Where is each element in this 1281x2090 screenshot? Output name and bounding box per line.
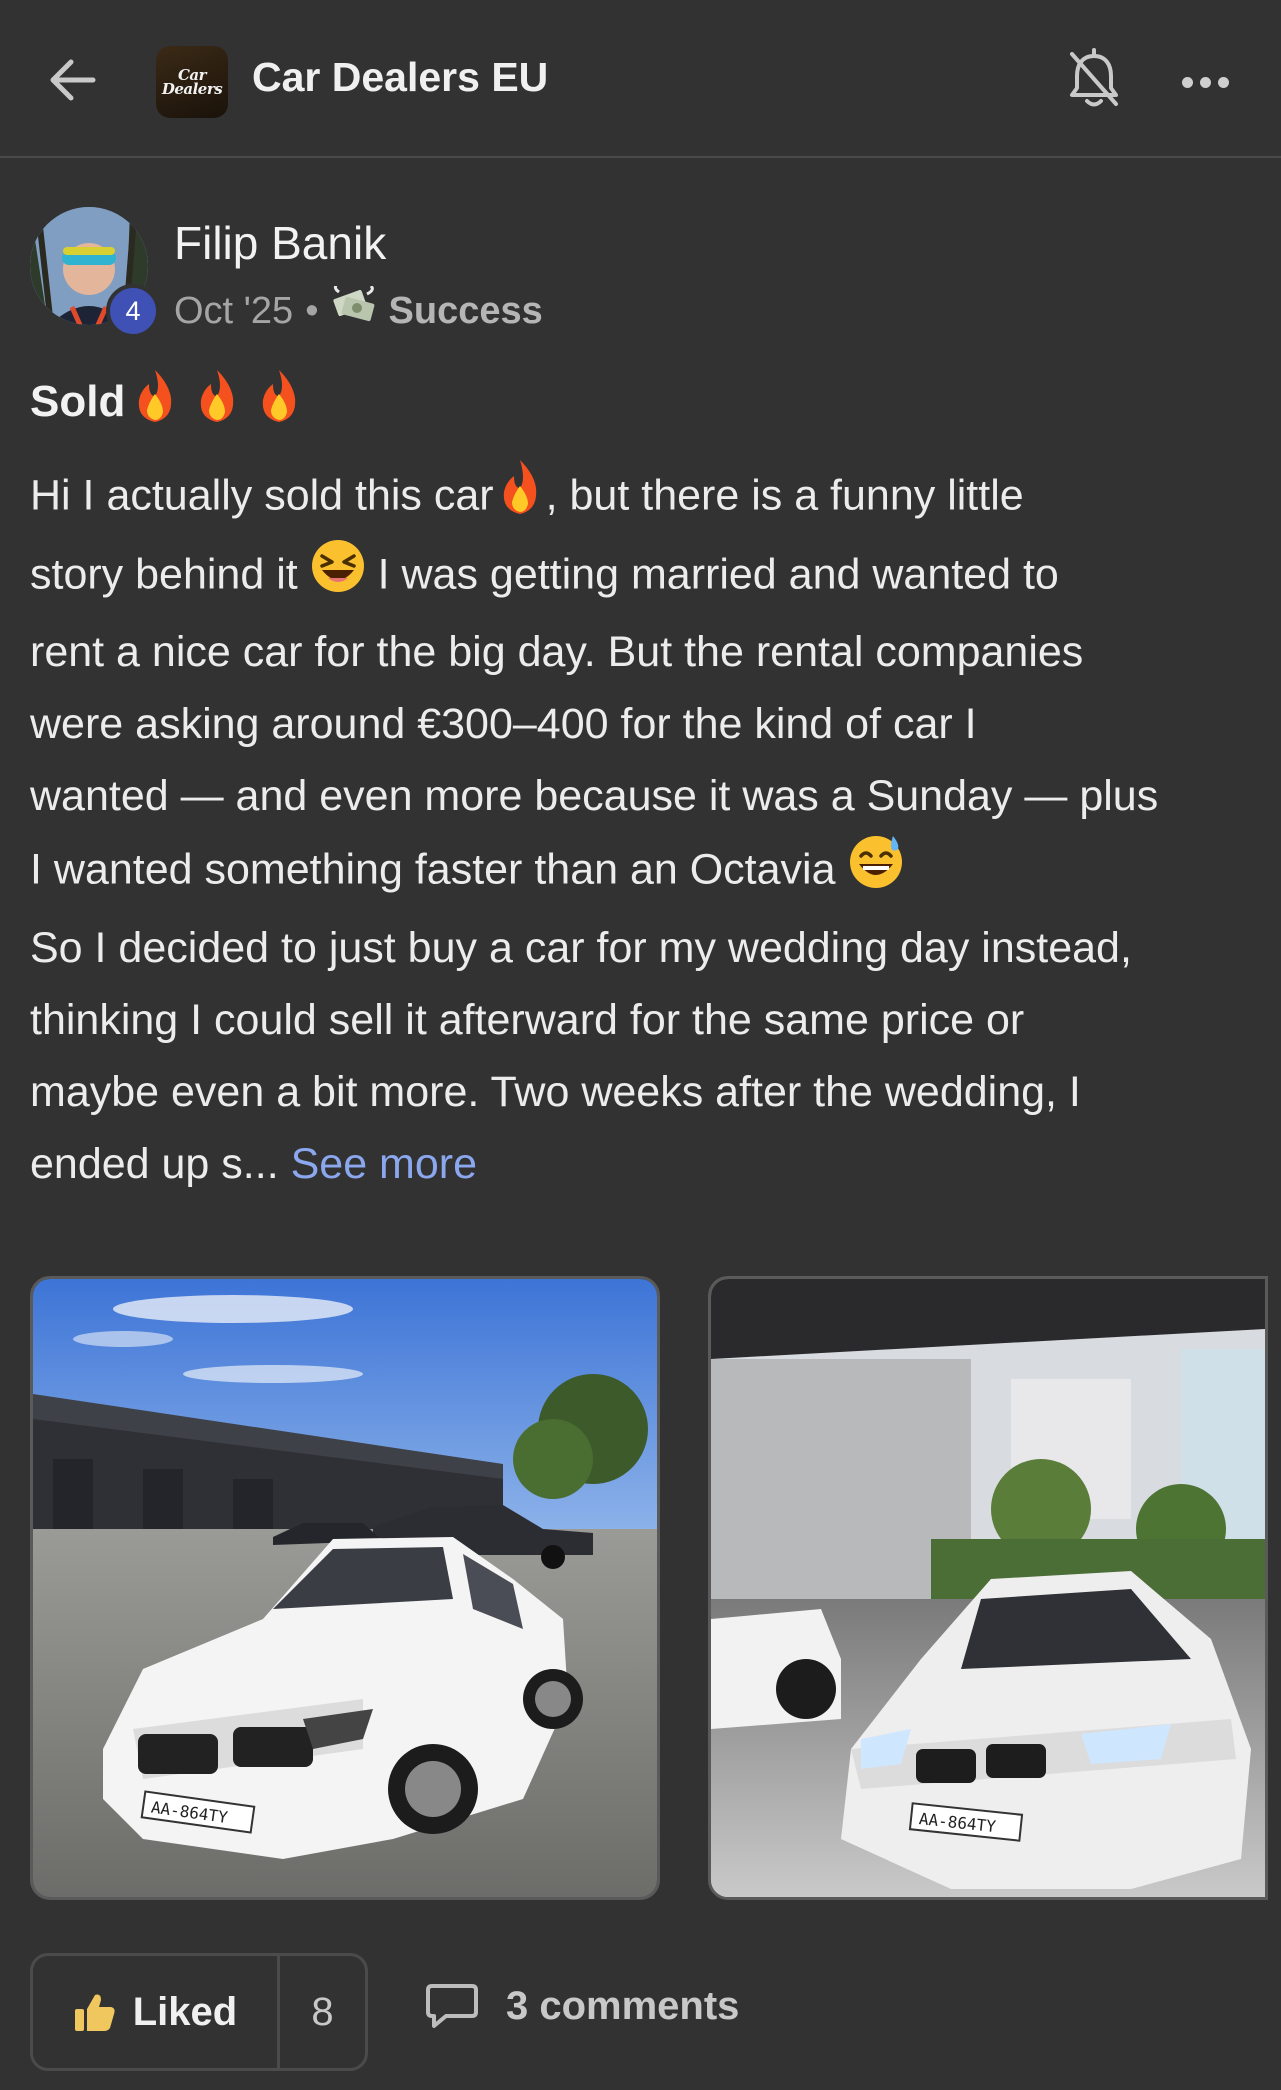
like-count[interactable]: 8	[280, 1956, 365, 2068]
comments-button[interactable]: 3 comments	[424, 1982, 739, 2030]
body-text: Hi I actually sold this car	[30, 471, 494, 520]
see-more-link[interactable]: See more	[291, 1140, 477, 1188]
logo-text-line2: Dealers	[161, 80, 223, 98]
group-logo[interactable]: Car Dealers	[156, 46, 228, 118]
like-control: Liked 8	[30, 1953, 368, 2071]
top-bar: Car Dealers Car Dealers EU	[0, 0, 1281, 158]
post-meta: Oct '25 • Success	[174, 282, 543, 336]
laughing-emoji-icon	[310, 538, 366, 616]
body-text: I wanted something faster than an Octavi…	[30, 845, 836, 894]
like-button[interactable]: Liked	[33, 1956, 280, 2068]
body-line: wanted — and even more because it was a …	[30, 772, 1159, 820]
body-line: I wanted something faster than an Octavi…	[30, 832, 1260, 912]
post-title: Sold	[30, 366, 311, 437]
comment-icon	[426, 1984, 478, 2028]
body-line: So I decided to just buy a car for my we…	[30, 924, 1132, 972]
fire-emoji-icon	[125, 366, 311, 437]
group-name[interactable]: Car Dealers EU	[252, 54, 548, 101]
like-label: Liked	[132, 1989, 238, 2034]
back-arrow-icon[interactable]	[44, 52, 100, 108]
post-photo-1[interactable]: AA-864TY	[30, 1276, 660, 1900]
more-icon[interactable]	[1182, 62, 1242, 102]
body-line: were asking around €300–400 for the kind…	[30, 700, 977, 748]
fire-emoji-icon	[494, 458, 546, 538]
body-text: , but there is a funny little	[545, 471, 1024, 520]
post-photo-2[interactable]: AA-864TY	[708, 1276, 1268, 1900]
body-line: thinking I could sell it afterward for t…	[30, 996, 1025, 1044]
sweat-smile-emoji-icon	[847, 832, 905, 912]
money-icon	[331, 282, 377, 336]
post-body: Hi I actually sold this car , but there i…	[30, 458, 1260, 1200]
body-text: ended up s...	[30, 1140, 291, 1188]
post-date: Oct '25	[174, 289, 294, 332]
comments-label: 3 comments	[506, 1983, 740, 2028]
body-line: maybe even a bit more. Two weeks after t…	[30, 1068, 1081, 1116]
meta-separator: •	[305, 289, 319, 332]
thumbs-up-icon	[74, 1994, 115, 2031]
body-line: story behind it I was getting married an…	[30, 538, 1260, 616]
body-line: rent a nice car for the big day. But the…	[30, 628, 1084, 676]
user-level-badge: 4	[106, 284, 160, 338]
post-title-text: Sold	[30, 376, 126, 426]
body-line: ended up s... See more	[30, 1128, 1260, 1200]
body-text: story behind it	[30, 550, 298, 599]
author-name[interactable]: Filip Banik	[174, 216, 386, 270]
bell-off-icon[interactable]	[1064, 48, 1124, 112]
post-category[interactable]: Success	[389, 290, 543, 333]
body-text: I was getting married and wanted to	[365, 550, 1059, 599]
body-line: Hi I actually sold this car , but there i…	[30, 458, 1260, 538]
